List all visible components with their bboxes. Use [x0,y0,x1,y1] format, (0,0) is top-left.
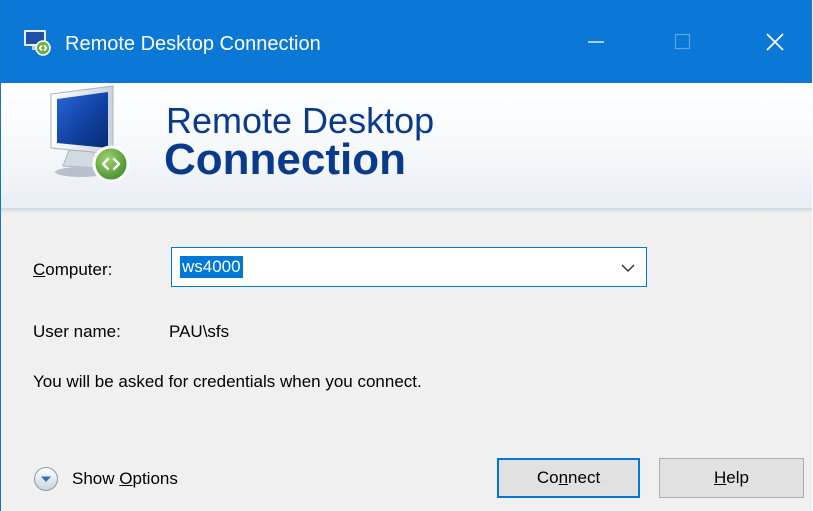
show-options-button[interactable]: Show Options [33,462,178,496]
remote-desktop-window: Remote Desktop Connection Remote Desktop… [0,0,812,511]
show-options-label: Show Options [72,469,178,488]
computer-input[interactable]: ws4000 [180,256,243,278]
maximize-icon [674,33,691,50]
minimize-button[interactable] [566,17,626,67]
window-title: Remote Desktop Connection [65,33,321,55]
connect-button[interactable]: Connect [497,458,640,498]
remote-desktop-app-icon [24,30,51,56]
minimize-icon [588,41,604,43]
close-icon [766,33,784,51]
username-label: User name: [33,322,121,341]
close-button[interactable] [745,17,805,67]
username-value: PAU\sfs [169,322,230,341]
help-button-label: Help [714,468,749,487]
remote-desktop-logo-icon [50,85,130,183]
credentials-info-text: You will be asked for credentials when y… [33,372,422,391]
maximize-button[interactable] [653,17,713,67]
title-bar[interactable]: Remote Desktop Connection [1,0,812,83]
expand-circle-icon [34,467,58,491]
computer-label: Computer: [33,260,113,279]
chevron-down-icon[interactable] [620,260,636,276]
connect-button-label: Connect [536,468,601,487]
help-button[interactable]: Help [659,458,804,498]
banner-divider [1,208,812,213]
computer-combobox[interactable]: ws4000 [171,247,647,287]
banner-title-line2: Connection [164,135,406,184]
